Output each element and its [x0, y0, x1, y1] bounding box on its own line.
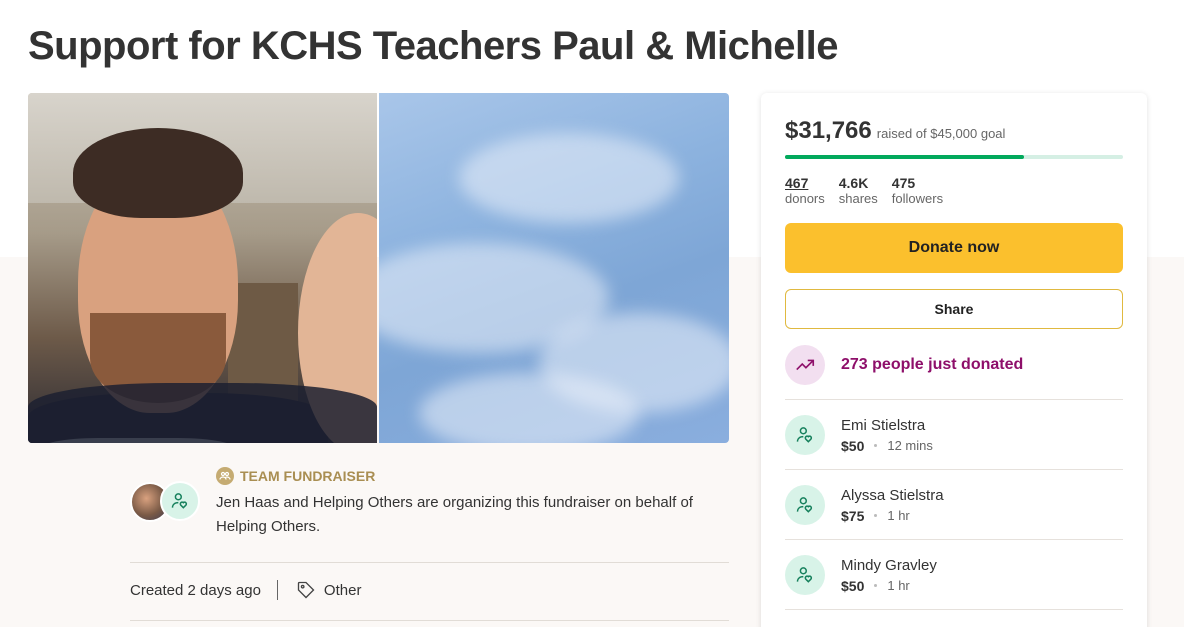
tag-icon [297, 581, 315, 599]
stat-label: shares [838, 191, 878, 206]
stat-value: 467 [785, 175, 809, 191]
donation-item: Alyssa Stielstra $75 1 hr [785, 469, 1123, 539]
campaign-title: Support for KCHS Teachers Paul & Michell… [28, 24, 839, 68]
hand-heart-icon [171, 493, 188, 509]
trend-badge [785, 345, 825, 385]
campaign-photo-main[interactable] [28, 93, 377, 443]
donation-time: 12 mins [887, 438, 933, 453]
separator-dot [874, 514, 878, 517]
campaign-photo-secondary[interactable] [379, 93, 729, 443]
donation-amount: $50 [841, 437, 865, 454]
stat-value: 4.6K [838, 175, 869, 191]
donor-avatar [785, 414, 825, 455]
stat-label: followers [891, 191, 944, 206]
team-badge-label: TEAM FUNDRAISER [240, 468, 376, 484]
raised-amount: $31,766 [785, 117, 872, 144]
divider [130, 620, 729, 621]
divider [130, 562, 729, 563]
donation-item: Mindy Gravley $50 1 hr [785, 539, 1123, 609]
recent-donations-banner: 273 people just donated [785, 345, 1023, 385]
donation-time: 1 hr [887, 578, 910, 593]
progress-bar [785, 155, 1123, 159]
trending-up-icon [796, 359, 815, 371]
created-date: Created 2 days ago [130, 581, 261, 599]
donation-card: $31,766 raised of $45,000 goal 467 donor… [761, 93, 1147, 627]
photo-cloud [459, 133, 679, 223]
charity-avatar[interactable] [160, 481, 200, 521]
campaign-stats: 467 donors 4.6K shares 475 followers [785, 175, 943, 206]
donor-name: Alyssa Stielstra [841, 486, 944, 504]
separator-dot [874, 444, 878, 447]
photo-robe-base [28, 383, 377, 443]
hand-heart-icon [796, 426, 813, 443]
team-icon [216, 467, 234, 485]
photo-hair-man [73, 128, 243, 218]
hand-heart-icon [796, 496, 813, 513]
share-button[interactable]: Share [785, 289, 1123, 329]
donation-item: Emi Stielstra $50 12 mins [785, 399, 1123, 469]
donor-avatar [785, 484, 825, 525]
donations-list: Emi Stielstra $50 12 mins Alyssa Stielst… [785, 399, 1123, 627]
stat-followers: 475 followers [892, 175, 943, 206]
donation-time: 1 hr [887, 508, 910, 523]
donate-now-button[interactable]: Donate now [785, 223, 1123, 273]
team-fundraiser-badge: TEAM FUNDRAISER [216, 467, 375, 485]
organizer-description: Jen Haas and Helping Others are organizi… [216, 494, 693, 535]
stat-value: 475 [891, 175, 916, 191]
stat-donors[interactable]: 467 donors [785, 175, 825, 206]
meta-separator [276, 580, 278, 600]
progress-fill [785, 155, 1024, 159]
stat-label: donors [785, 191, 825, 206]
category-link[interactable]: Other [296, 580, 362, 600]
donor-name: Mindy Gravley [841, 556, 937, 574]
recent-donations-text: 273 people just donated [841, 356, 1024, 373]
donation-amount: $50 [841, 577, 865, 594]
organizer-section: TEAM FUNDRAISER Jen Haas and Helping Oth… [130, 467, 730, 547]
donor-name: Emi Stielstra [841, 416, 926, 434]
separator-dot [874, 584, 878, 587]
donation-list-divider [785, 609, 1123, 627]
campaign-meta: Created 2 days ago Other [130, 580, 361, 600]
goal-text: raised of $45,000 goal [876, 126, 1006, 141]
category-label: Other [323, 581, 362, 599]
hand-heart-icon [796, 566, 813, 583]
stat-shares: 4.6K shares [839, 175, 878, 206]
donor-avatar [785, 554, 825, 595]
donation-amount: $75 [841, 507, 865, 524]
photo-cloud [419, 373, 639, 443]
amount-raised: $31,766 raised of $45,000 goal [785, 117, 1005, 145]
